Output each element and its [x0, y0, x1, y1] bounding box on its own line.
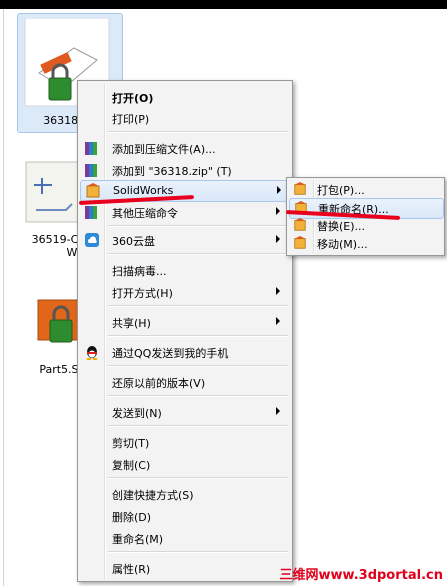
menu-item-label: 发送到(N) [112, 407, 162, 420]
qq-penguin-icon [86, 346, 98, 360]
watermark: 三维网www.3dportal.cn [279, 568, 443, 583]
submenu-arrow-icon [277, 186, 281, 194]
menu-item-open-with[interactable]: 打开方式(H) [80, 282, 290, 302]
menu-item-label: 扫描病毒... [112, 265, 167, 278]
menu-item-scan-virus[interactable]: 扫描病毒... [80, 260, 290, 280]
solidworks-icon [86, 183, 100, 198]
submenu-item-label: 打包(P)... [317, 184, 365, 197]
menu-item-open[interactable]: 打开(O) [80, 87, 290, 107]
menu-item-cut[interactable]: 剪切(T) [80, 432, 290, 452]
menu-item-label: 打开方式(H) [112, 287, 173, 300]
solidworks-icon [294, 218, 306, 231]
menu-item-label: 打开(O) [112, 92, 154, 105]
menu-item-label: SolidWorks [113, 184, 174, 197]
menu-item-label: 通过QQ发送到我的手机 [112, 347, 229, 360]
menu-item-label: 创建快捷方式(S) [112, 489, 194, 502]
cloud-icon [85, 233, 99, 247]
menu-separator [108, 253, 288, 255]
menu-item-qq-send[interactable]: 通过QQ发送到我的手机 [80, 342, 290, 362]
menu-separator [108, 335, 288, 337]
solidworks-icon [294, 236, 306, 249]
menu-item-label: 打印(P) [112, 113, 150, 126]
winrar-books-icon [85, 206, 97, 219]
pane-edge-line [3, 9, 4, 586]
menu-item-restore-versions[interactable]: 还原以前的版本(V) [80, 372, 290, 392]
submenu-item-replace[interactable]: 替换(E)... [289, 216, 442, 235]
menu-separator [108, 395, 288, 397]
submenu-arrow-icon [276, 207, 280, 215]
menu-item-label: 添加到压缩文件(A)... [112, 143, 216, 156]
menu-item-label: 删除(D) [112, 511, 152, 524]
menu-item-copy[interactable]: 复制(C) [80, 454, 290, 474]
solidworks-icon [294, 182, 306, 195]
menu-item-create-shortcut[interactable]: 创建快捷方式(S) [80, 484, 290, 504]
menu-separator [108, 551, 288, 553]
submenu-item-label: 移动(M)... [317, 238, 368, 251]
winrar-books-icon [85, 142, 97, 155]
winrar-books-icon [85, 164, 97, 177]
menu-item-label: 360云盘 [112, 235, 155, 248]
menu-item-label: 其他压缩命令 [112, 207, 178, 220]
menu-separator [108, 305, 288, 307]
menu-item-label: 添加到 "36318.zip" (T) [112, 165, 232, 178]
menu-item-delete[interactable]: 删除(D) [80, 506, 290, 526]
menu-item-label: 属性(R) [112, 563, 151, 576]
menu-separator [108, 225, 288, 227]
menu-item-add-zip[interactable]: 添加到 "36318.zip" (T) [80, 160, 290, 180]
submenu-item-pack[interactable]: 打包(P)... [289, 180, 442, 199]
submenu-item-move[interactable]: 移动(M)... [289, 234, 442, 253]
submenu-arrow-icon [276, 317, 280, 325]
menu-item-properties[interactable]: 属性(R) [80, 558, 290, 578]
menu-item-label: 重命名(M) [112, 533, 164, 546]
menu-item-label: 共享(H) [112, 317, 151, 330]
menu-item-label: 剪切(T) [112, 437, 150, 450]
submenu-arrow-icon [276, 407, 280, 415]
top-dark-bar [0, 0, 447, 9]
menu-item-other-compress[interactable]: 其他压缩命令 [80, 202, 290, 222]
menu-separator [108, 477, 288, 479]
menu-separator [108, 365, 288, 367]
menu-separator [108, 131, 288, 133]
menu-item-label: 复制(C) [112, 459, 151, 472]
submenu-arrow-icon [276, 235, 280, 243]
submenu-arrow-icon [276, 287, 280, 295]
menu-item-360-cloud[interactable]: 360云盘 [80, 230, 290, 250]
menu-item-send-to[interactable]: 发送到(N) [80, 402, 290, 422]
menu-item-print[interactable]: 打印(P) [80, 108, 290, 128]
menu-item-rename[interactable]: 重命名(M) [80, 528, 290, 548]
menu-item-add-archive[interactable]: 添加到压缩文件(A)... [80, 138, 290, 158]
submenu-item-label: 替换(E)... [317, 220, 366, 233]
menu-separator [108, 425, 288, 427]
menu-item-label: 还原以前的版本(V) [112, 377, 206, 390]
menu-item-share[interactable]: 共享(H) [80, 312, 290, 332]
context-menu: 打开(O) 打印(P) 添加到压缩文件(A)... 添加到 "36318.zip… [77, 80, 293, 582]
